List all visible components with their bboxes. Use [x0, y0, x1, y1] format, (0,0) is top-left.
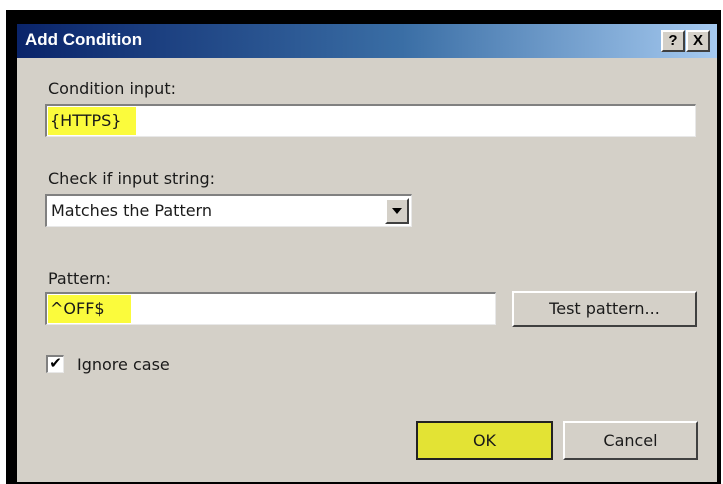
check-input-selected: Matches the Pattern [51, 201, 212, 220]
add-condition-dialog: Add Condition ? X Condition input: {HTTP… [17, 24, 717, 482]
ok-button[interactable]: OK [416, 421, 553, 460]
title-bar: Add Condition ? X [17, 24, 717, 58]
condition-input-value: {HTTPS} [48, 107, 136, 135]
ignore-case-label: Ignore case [77, 355, 170, 374]
test-pattern-button[interactable]: Test pattern... [512, 291, 697, 327]
chevron-down-icon [392, 208, 402, 214]
check-input-label: Check if input string: [48, 169, 216, 188]
close-button[interactable]: X [686, 30, 710, 52]
pattern-input-field[interactable]: ^OFF$ [45, 292, 496, 325]
dropdown-button[interactable] [385, 198, 409, 224]
dialog-title: Add Condition [25, 30, 143, 49]
cancel-button[interactable]: Cancel [563, 421, 698, 460]
check-input-select[interactable]: Matches the Pattern [45, 194, 412, 227]
condition-input-field[interactable]: {HTTPS} [45, 104, 696, 137]
pattern-label: Pattern: [48, 269, 111, 288]
condition-input-label: Condition input: [48, 79, 176, 98]
help-button[interactable]: ? [661, 30, 685, 52]
ignore-case-checkbox[interactable]: ✔ [46, 355, 64, 373]
pattern-input-value: ^OFF$ [48, 295, 131, 323]
